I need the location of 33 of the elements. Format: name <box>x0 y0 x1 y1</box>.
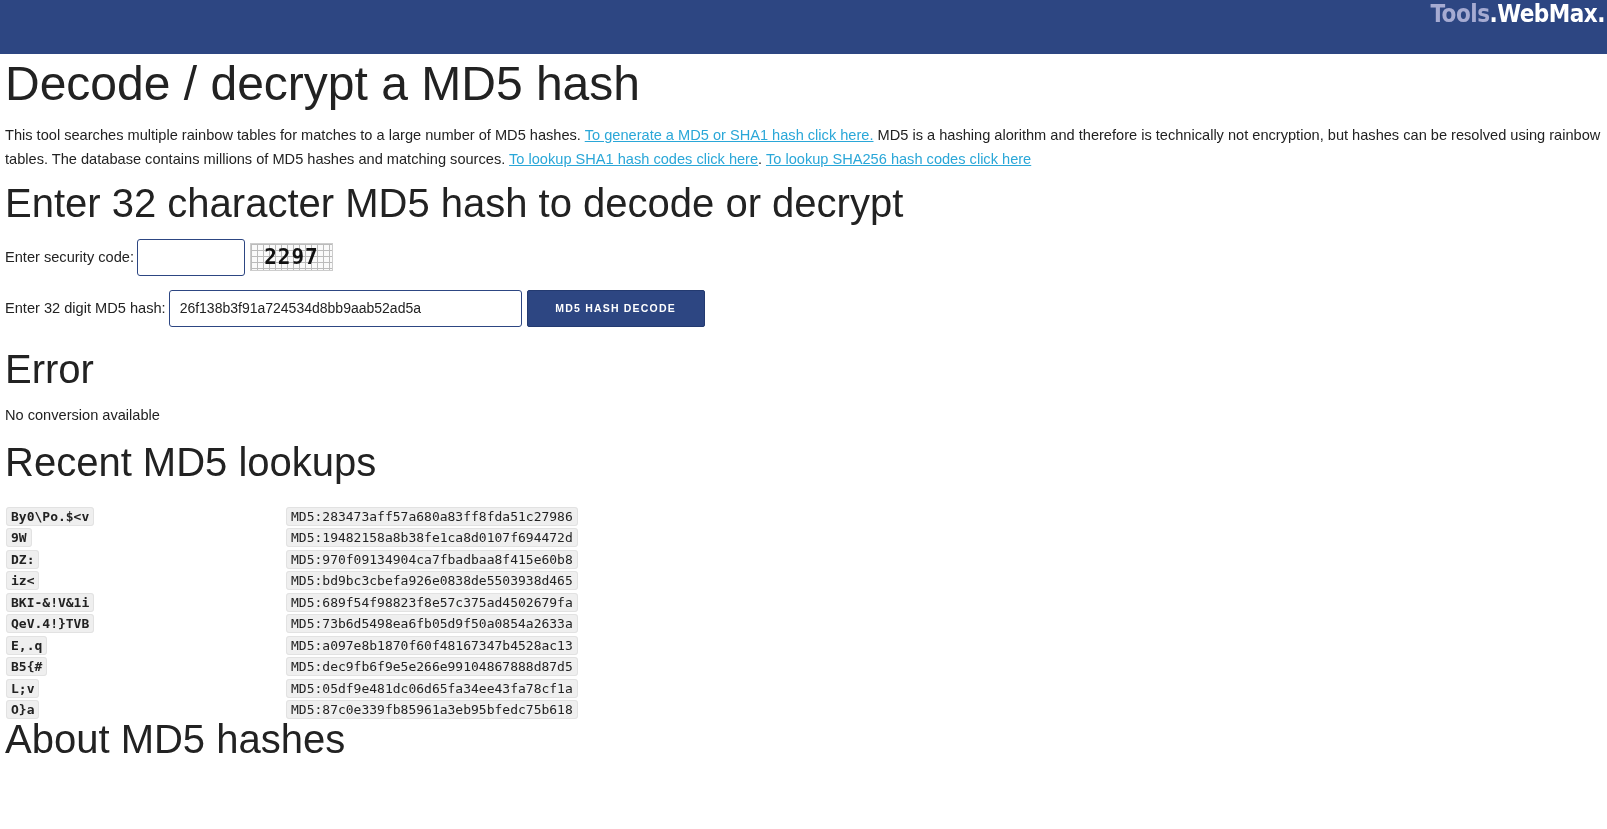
hash-text: MD5:bd9bc3cbefa926e0838de5503938d465 <box>286 571 578 591</box>
hash-input-field[interactable]: 26f138b3f91a724534d8bb9aab52ad5a <box>168 289 522 327</box>
intro-paragraph: This tool searches multiple rainbow tables for matches to a large number of MD5 hashes. To generate a MD5 or SHA1 hash click here. MD5 is a hashing alorithm and therefore is technically not encryption, but hashes can be resolved using rainbow tables. The database contains millions of MD5 hashes and matching sources. To lookup SHA1 hash codes click here. To lookup SHA256 hash codes click here <box>5 125 1602 169</box>
source-text: O}a <box>6 700 40 720</box>
section-heading: Error <box>5 346 95 391</box>
hash-text: MD5:dec9fb6f9e5e266e99104867888d87d5 <box>286 657 578 677</box>
source-text: DZ: <box>6 549 40 569</box>
security-code-field[interactable] <box>137 238 245 276</box>
section-heading: Enter 32 character MD5 hash to decode or decrypt <box>5 180 905 225</box>
hash-text: MD5:a097e8b1870f60f48167347b4528ac13 <box>286 635 578 655</box>
hash-text: MD5:283473aff57a680a83ff8fda51c27986 <box>286 506 578 526</box>
result-message: No conversion available <box>5 406 161 423</box>
hash-text: MD5:73b6d5498ea6fb05d9f50a0854a2633a <box>286 614 578 634</box>
hash-text: MD5:05df9e481dc06d65fa34ee43fa78cf1a <box>286 678 578 698</box>
hash-text: MD5:970f09134904ca7fbadbaa8f415e60b8 <box>286 549 578 569</box>
field-label: Enter 32 digit MD5 hash: <box>5 300 166 317</box>
source-text: By0\Po.$<v <box>6 506 95 526</box>
field-label: Enter security code: <box>5 249 134 266</box>
hash-text: MD5:689f54f98823f8e57c375ad4502679fa <box>286 592 578 612</box>
decode-button[interactable]: MD5 HASH DECODE <box>526 289 705 327</box>
hash-text: MD5:19482158a8b38fe1ca8d0107f694472d <box>286 528 578 548</box>
source-text: QeV.4!}TVB <box>6 614 95 634</box>
captcha-image: 2297 <box>250 243 333 272</box>
source-text: 9W <box>6 528 32 548</box>
page-title: Decode / decrypt a MD5 hash <box>5 58 641 111</box>
section-heading: Recent MD5 lookups <box>5 439 378 484</box>
source-text: BKI-&!V&1i <box>6 592 95 612</box>
source-text: E,.q <box>6 635 48 655</box>
hash-text: MD5:87c0e339fb85961a3eb95bfedc75b618 <box>286 700 578 720</box>
site-logo[interactable]: Tools.WebMax. <box>1430 0 1605 28</box>
source-text: L;v <box>6 678 40 698</box>
source-text: B5{# <box>6 657 48 677</box>
source-text: iz< <box>6 571 40 591</box>
